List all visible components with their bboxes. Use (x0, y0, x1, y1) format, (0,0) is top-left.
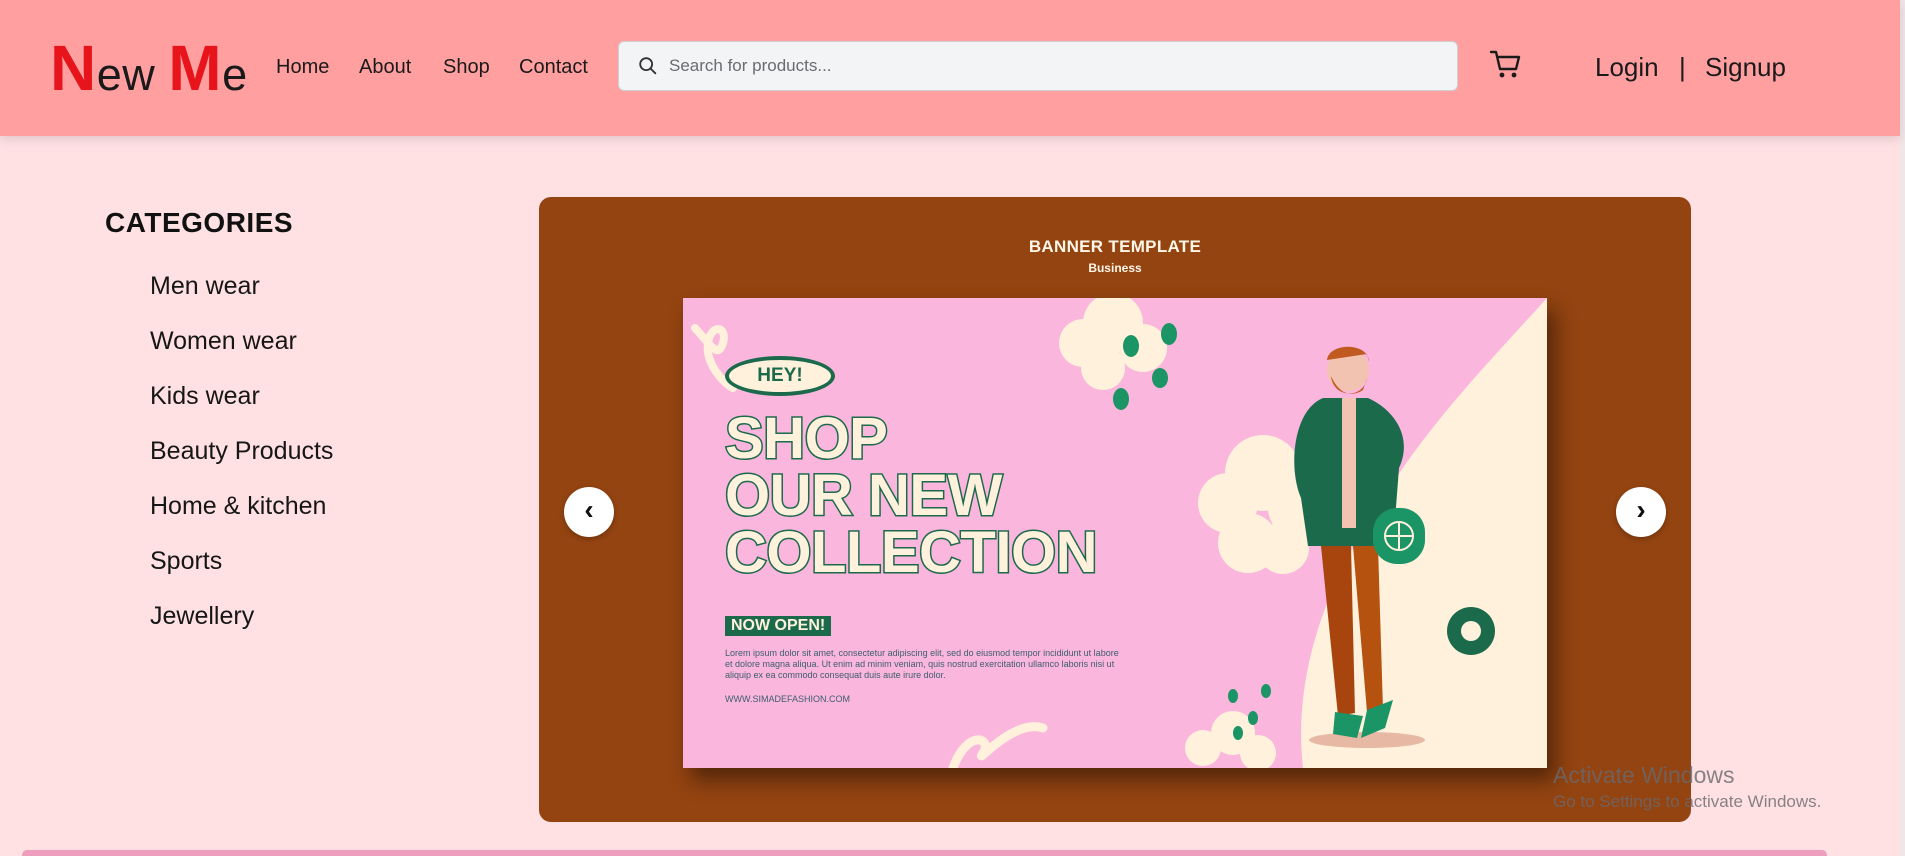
carousel-next-button[interactable]: › (1616, 487, 1666, 537)
cart-icon[interactable] (1489, 48, 1523, 80)
category-item-beauty-products[interactable]: Beauty Products (150, 433, 333, 488)
category-item-jewellery[interactable]: Jewellery (150, 598, 333, 653)
category-list: Men wear Women wear Kids wear Beauty Pro… (150, 268, 333, 653)
category-item-sports[interactable]: Sports (150, 543, 333, 598)
nav-contact-link[interactable]: Contact (519, 53, 588, 81)
banner-template-subtitle: Business (1088, 261, 1142, 275)
watermark-line-1: Activate Windows (1553, 762, 1735, 788)
logo-text-e: e (222, 49, 248, 100)
banner-headline: SHOP OUR NEW COLLECTION (724, 406, 1099, 585)
hey-badge: HEY! (725, 356, 835, 396)
banner-website-url: WWW.SIMADEFASHION.COM (725, 694, 850, 704)
carousel-prev-button[interactable]: ‹ (564, 487, 614, 537)
search-bar[interactable] (618, 41, 1458, 91)
nav-about-link[interactable]: About (359, 53, 411, 81)
site-header: New Me Home About Shop Contact Login | S… (0, 0, 1900, 136)
nav-home-link[interactable]: Home (276, 53, 329, 81)
vertical-scrollbar[interactable] (1900, 0, 1905, 856)
now-open-tag: NOW OPEN! (725, 616, 832, 636)
horizontal-scrollbar[interactable] (22, 850, 1827, 856)
login-link[interactable]: Login (1595, 50, 1659, 84)
search-input[interactable] (669, 42, 1439, 90)
logo-text-ew: ew (96, 49, 169, 100)
hero-carousel: BANNER TEMPLATE Business HEY! SHOP OUR N… (539, 197, 1691, 822)
windows-activation-watermark: Activate Windows Go to Settings to activ… (1553, 760, 1821, 814)
banner-template-title: BANNER TEMPLATE (1028, 237, 1202, 256)
banner-body-text: Lorem ipsum dolor sit amet, consectetur … (725, 648, 1119, 680)
banner-slide-image: HEY! SHOP OUR NEW COLLECTION NOW OPEN! L… (683, 298, 1547, 768)
banner-heading: BANNER TEMPLATE Business (539, 237, 1691, 275)
headline-line-3: COLLECTION (724, 520, 1099, 585)
logo-letter-n: N (50, 32, 97, 104)
nav-shop-link[interactable]: Shop (443, 53, 490, 81)
category-item-kids-wear[interactable]: Kids wear (150, 378, 333, 433)
category-item-home-kitchen[interactable]: Home & kitchen (150, 488, 333, 543)
category-item-women-wear[interactable]: Women wear (150, 323, 333, 378)
auth-separator: | (1679, 52, 1686, 82)
categories-title: CATEGORIES (105, 207, 294, 238)
watermark-line-2: Go to Settings to activate Windows. (1553, 792, 1822, 811)
headline-line-2: OUR NEW (724, 463, 1004, 528)
logo-letter-m: M (168, 32, 223, 104)
search-icon (639, 57, 657, 75)
site-logo[interactable]: New Me (50, 36, 248, 107)
signup-link[interactable]: Signup (1705, 50, 1786, 84)
category-item-men-wear[interactable]: Men wear (150, 268, 333, 323)
headline-line-1: SHOP (724, 406, 890, 471)
